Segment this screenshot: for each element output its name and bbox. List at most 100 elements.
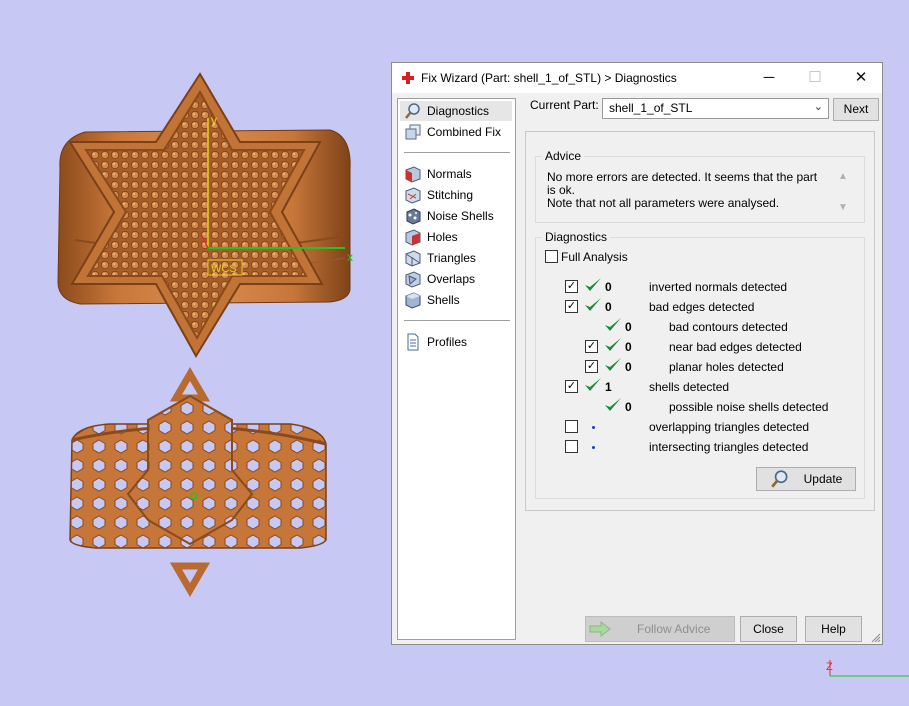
bad-edges-text: bad edges detected bbox=[649, 300, 755, 314]
arrow-right-icon bbox=[589, 621, 611, 637]
nav-item-overlaps[interactable]: Overlaps bbox=[400, 269, 512, 289]
bad-edges-count: 0 bbox=[605, 300, 612, 314]
planar-holes-checkbox[interactable]: ✓ bbox=[585, 360, 598, 373]
planar-holes-text: planar holes detected bbox=[669, 360, 784, 374]
update-button-label: Update bbox=[803, 471, 843, 486]
nav-item-label: Triangles bbox=[427, 251, 476, 265]
scroll-up-icon[interactable]: ▲ bbox=[838, 171, 848, 182]
maximize-button[interactable]: ☐ bbox=[792, 63, 838, 93]
nav-item-label: Combined Fix bbox=[427, 125, 502, 139]
shells-text: shells detected bbox=[649, 380, 730, 394]
nav-item-profiles[interactable]: Profiles bbox=[400, 332, 512, 352]
check-ok-icon bbox=[585, 278, 601, 291]
overlapping-triangles-text: overlapping triangles detected bbox=[649, 420, 810, 434]
nav-item-stitching[interactable]: Stitching bbox=[400, 185, 512, 205]
nav-item-combined-fix[interactable]: Combined Fix bbox=[400, 122, 512, 142]
stacked-cubes-icon bbox=[404, 123, 422, 141]
current-part-value: shell_1_of_STL bbox=[609, 101, 693, 115]
check-ok-icon bbox=[605, 358, 621, 371]
axis-y-label: y bbox=[211, 113, 217, 127]
normals-cube-icon bbox=[404, 165, 422, 183]
update-button[interactable]: Update bbox=[756, 467, 856, 491]
check-ok-icon bbox=[585, 378, 601, 391]
stitching-cube-icon bbox=[404, 186, 422, 204]
nav-item-shells[interactable]: Shells bbox=[400, 290, 512, 310]
nav-item-noise-shells[interactable]: Noise Shells bbox=[400, 206, 512, 226]
close-window-button[interactable]: ✕ bbox=[838, 63, 884, 93]
check-ok-icon bbox=[605, 338, 621, 351]
near-bad-edges-count: 0 bbox=[625, 340, 632, 354]
near-bad-edges-checkbox[interactable]: ✓ bbox=[585, 340, 598, 353]
current-part-label: Current Part: bbox=[530, 98, 599, 112]
advice-title: Advice bbox=[542, 149, 585, 163]
window-title: Fix Wizard (Part: shell_1_of_STL) > Diag… bbox=[421, 71, 677, 85]
check-ok-icon bbox=[605, 398, 621, 411]
full-analysis-checkbox[interactable] bbox=[545, 250, 558, 263]
near-bad-edges-text: near bad edges detected bbox=[669, 340, 802, 354]
nav-item-label: Diagnostics bbox=[427, 104, 490, 118]
nav-item-diagnostics[interactable]: Diagnostics bbox=[400, 101, 512, 121]
nav-item-triangles[interactable]: Triangles bbox=[400, 248, 512, 268]
noise-shells-count: 0 bbox=[625, 400, 632, 414]
nav-item-normals[interactable]: Normals bbox=[400, 164, 512, 184]
help-button[interactable]: Help bbox=[805, 616, 862, 642]
nav-divider bbox=[404, 152, 510, 153]
follow-advice-label: Follow Advice bbox=[637, 622, 711, 636]
bad-edges-checkbox[interactable]: ✓ bbox=[565, 300, 578, 313]
intersecting-triangles-checkbox[interactable] bbox=[565, 440, 578, 453]
planar-holes-count: 0 bbox=[625, 360, 632, 374]
inverted-normals-count: 0 bbox=[605, 280, 612, 294]
check-ok-icon bbox=[585, 298, 601, 311]
diagnostics-title: Diagnostics bbox=[542, 230, 611, 244]
pending-dot-icon bbox=[592, 446, 595, 449]
follow-advice-button[interactable]: Follow Advice bbox=[585, 616, 735, 642]
overlaps-cube-icon bbox=[404, 270, 422, 288]
magnifier-icon bbox=[770, 470, 788, 488]
nav-item-label: Noise Shells bbox=[427, 209, 494, 223]
bad-contours-count: 0 bbox=[625, 320, 632, 334]
bad-contours-text: bad contours detected bbox=[669, 320, 788, 334]
inverted-normals-text: inverted normals detected bbox=[649, 280, 788, 294]
holes-cube-icon bbox=[404, 228, 422, 246]
minimize-button[interactable]: ─ bbox=[746, 63, 792, 93]
nav-item-label: Overlaps bbox=[427, 272, 476, 286]
corner-axis-z-label: Z bbox=[826, 661, 833, 673]
shells-count: 1 bbox=[605, 380, 612, 394]
scroll-down-icon[interactable]: ▼ bbox=[838, 202, 848, 213]
title-bar[interactable]: Fix Wizard (Part: shell_1_of_STL) > Diag… bbox=[392, 63, 882, 93]
magnifier-icon bbox=[404, 102, 422, 120]
wizard-nav: Diagnostics Combined Fix Normals Stitchi… bbox=[397, 98, 516, 640]
nav-item-label: Stitching bbox=[427, 188, 474, 202]
full-analysis-label: Full Analysis bbox=[561, 250, 628, 264]
nav-item-label: Shells bbox=[427, 293, 460, 307]
nav-divider bbox=[404, 320, 510, 321]
nav-item-label: Normals bbox=[427, 167, 472, 181]
document-icon bbox=[404, 333, 422, 351]
current-part-select[interactable]: shell_1_of_STL ⌄ bbox=[602, 98, 829, 119]
medical-cross-icon bbox=[402, 72, 414, 84]
noise-shells-text: possible noise shells detected bbox=[669, 400, 829, 414]
next-button[interactable]: Next bbox=[833, 98, 879, 121]
star-signet-ring[interactable] bbox=[57, 72, 351, 358]
overlapping-triangles-checkbox[interactable] bbox=[565, 420, 578, 433]
axis-x-label: x bbox=[347, 250, 353, 264]
noise-shells-icon bbox=[404, 207, 422, 225]
advice-line-2: Note that not all parameters were analys… bbox=[547, 196, 780, 210]
chevron-down-icon: ⌄ bbox=[813, 101, 823, 113]
fix-wizard-dialog: Fix Wizard (Part: shell_1_of_STL) > Diag… bbox=[391, 62, 883, 645]
nav-item-label: Holes bbox=[427, 230, 458, 244]
inverted-normals-checkbox[interactable]: ✓ bbox=[565, 280, 578, 293]
shells-checkbox[interactable]: ✓ bbox=[565, 380, 578, 393]
advice-text: No more errors are detected. It seems th… bbox=[537, 169, 830, 214]
close-button[interactable]: Close bbox=[740, 616, 797, 642]
pending-dot-icon bbox=[592, 426, 595, 429]
intersecting-triangles-text: intersecting triangles detected bbox=[649, 440, 809, 454]
nav-item-holes[interactable]: Holes bbox=[400, 227, 512, 247]
wcs-label: WCS bbox=[211, 263, 237, 275]
nav-item-label: Profiles bbox=[427, 335, 468, 349]
hex-lattice-ring[interactable] bbox=[69, 367, 327, 597]
resize-grip-icon[interactable] bbox=[871, 633, 881, 643]
shells-cube-icon bbox=[404, 291, 422, 309]
triangles-cube-icon bbox=[404, 249, 422, 267]
corner-axis-indicator: Z bbox=[826, 660, 909, 677]
